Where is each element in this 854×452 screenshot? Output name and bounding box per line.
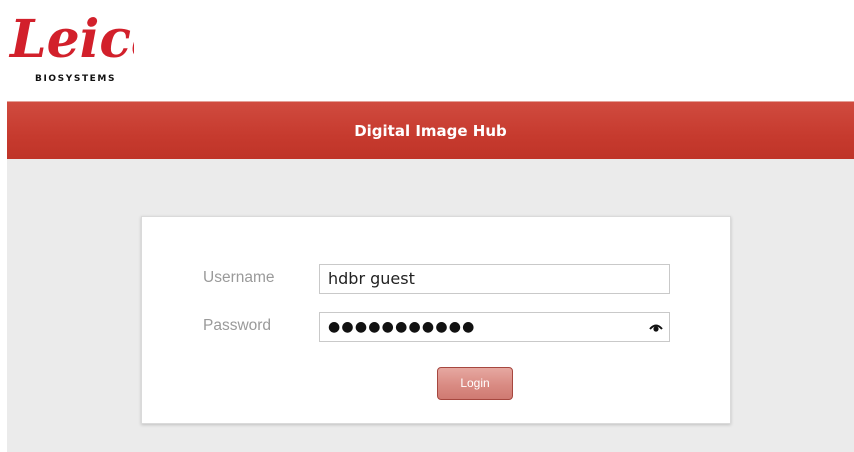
logo-subtitle: BIOSYSTEMS — [35, 74, 117, 84]
login-button[interactable]: Login — [437, 367, 513, 400]
username-label: Username — [203, 269, 275, 286]
username-input[interactable]: hdbr guest — [319, 264, 670, 294]
page-title: Digital Image Hub — [354, 122, 507, 140]
svg-text:Leica: Leica — [8, 9, 134, 68]
logo-area: Leica BIOSYSTEMS — [0, 0, 854, 100]
login-card: Username hdbr guest Password ●●●●●●●●●●●… — [141, 216, 731, 424]
leica-logo: Leica — [8, 9, 134, 68]
password-value: ●●●●●●●●●●● — [328, 319, 476, 335]
header-banner: Digital Image Hub — [7, 101, 854, 160]
password-input[interactable]: ●●●●●●●●●●● — [319, 312, 670, 342]
password-label: Password — [203, 317, 272, 334]
eye-icon[interactable] — [649, 321, 663, 333]
